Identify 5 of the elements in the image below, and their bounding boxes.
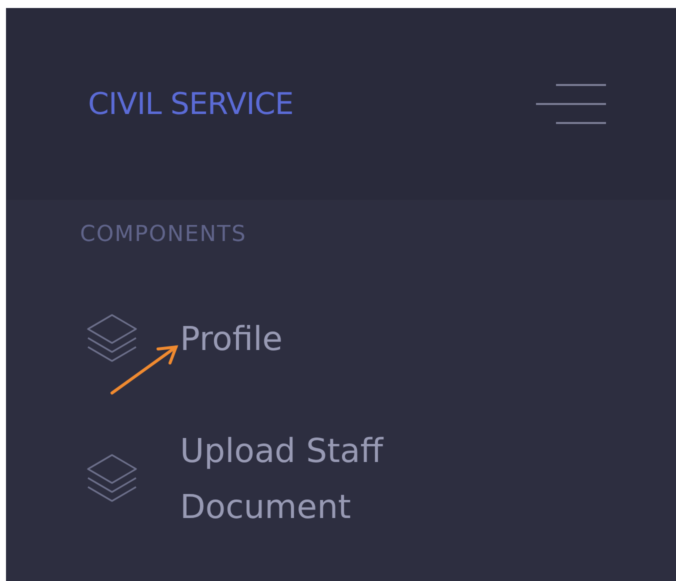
menu-icon[interactable] [536,82,608,126]
brand-title[interactable]: CIVIL SERVICE [88,82,294,126]
section-heading: COMPONENTS [79,221,248,249]
menu-item[interactable]: Profile [84,311,444,367]
menu-item[interactable]: Upload Staff Document [84,423,444,535]
